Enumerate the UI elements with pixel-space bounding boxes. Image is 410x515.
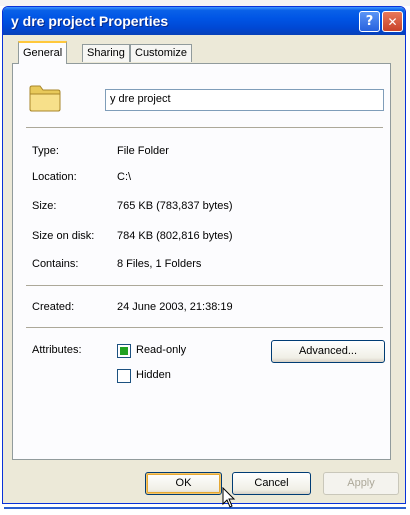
size-value: 765 KB (783,837 bytes) (117, 200, 233, 212)
close-button[interactable]: ✕ (382, 11, 403, 32)
close-icon: ✕ (387, 14, 398, 29)
location-label: Location: (32, 171, 77, 183)
title-bar[interactable]: y dre project Properties ? ✕ (3, 7, 405, 35)
tab-customize[interactable]: Customize (130, 44, 192, 62)
type-value: File Folder (117, 145, 169, 157)
divider (26, 327, 383, 328)
advanced-button[interactable]: Advanced... (271, 340, 385, 363)
readonly-label[interactable]: Read-only (136, 344, 186, 356)
readonly-checkbox[interactable] (117, 344, 131, 358)
created-value: 24 June 2003, 21:38:19 (117, 301, 233, 313)
window-title: y dre project Properties (11, 13, 169, 29)
size-on-disk-label: Size on disk: (32, 230, 95, 242)
divider (26, 285, 383, 286)
contains-label: Contains: (32, 258, 79, 270)
tab-sharing[interactable]: Sharing (82, 44, 130, 62)
hidden-label[interactable]: Hidden (136, 369, 171, 381)
cancel-button[interactable]: Cancel (232, 472, 311, 495)
attributes-label: Attributes: (32, 344, 82, 356)
created-label: Created: (32, 301, 75, 313)
size-label: Size: (32, 200, 57, 212)
size-on-disk-value: 784 KB (802,816 bytes) (117, 230, 233, 242)
contains-value: 8 Files, 1 Folders (117, 258, 202, 270)
mouse-pointer-icon (222, 487, 236, 508)
apply-button[interactable]: Apply (323, 472, 399, 495)
location-value: C:\ (117, 171, 132, 183)
hidden-checkbox[interactable] (117, 369, 131, 383)
ok-button[interactable]: OK (145, 472, 222, 495)
taskbar-edge (4, 507, 406, 509)
tab-general[interactable]: General (18, 41, 68, 64)
divider (26, 127, 383, 128)
help-icon: ? (365, 14, 374, 29)
folder-name-field[interactable]: y dre project (105, 89, 384, 111)
folder-icon (29, 85, 61, 112)
type-label: Type: (32, 145, 59, 157)
help-button[interactable]: ? (359, 11, 380, 32)
